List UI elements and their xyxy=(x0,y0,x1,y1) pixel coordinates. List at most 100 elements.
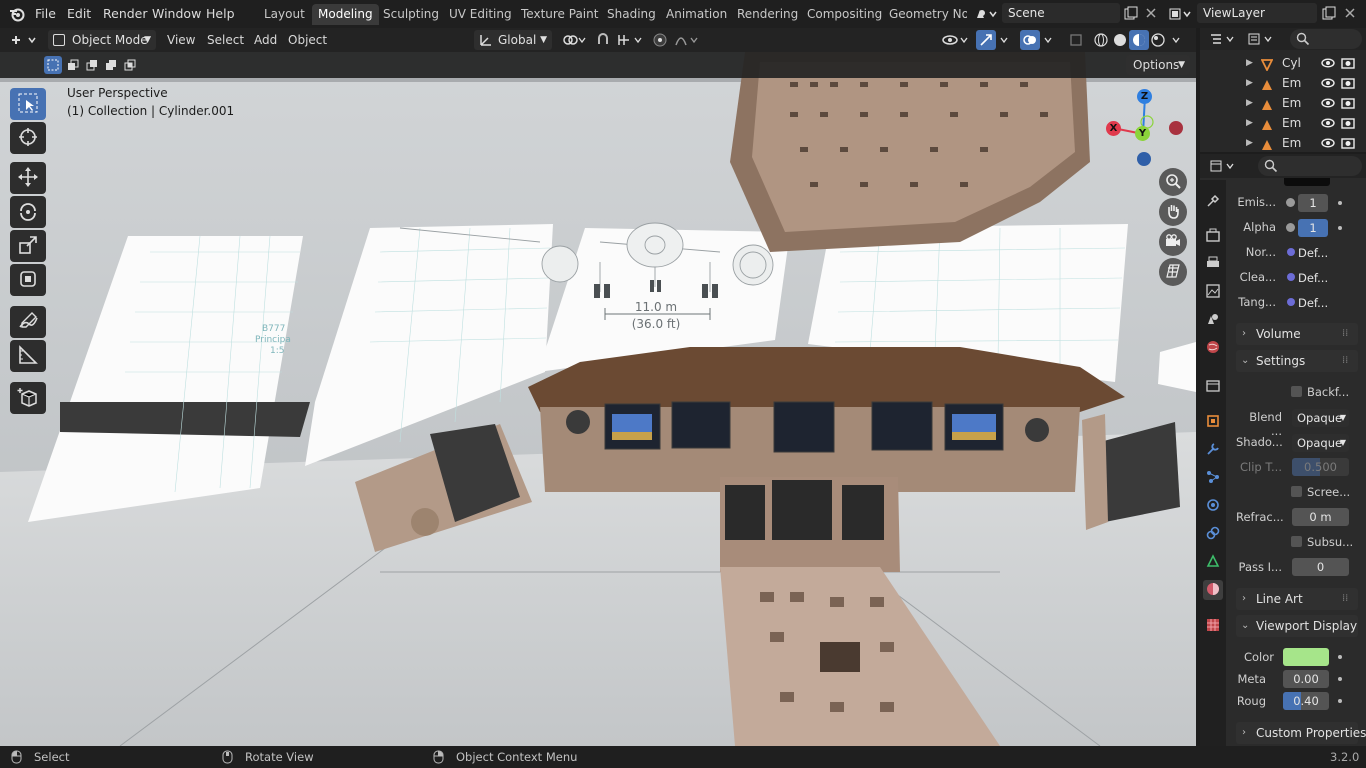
tab-texture[interactable] xyxy=(1203,616,1223,636)
select-extend-icon[interactable] xyxy=(64,56,82,74)
tool-select-box[interactable] xyxy=(10,88,46,120)
socket-icon[interactable] xyxy=(1286,198,1295,207)
proportional-falloff-icon[interactable] xyxy=(673,30,701,50)
menu-render[interactable]: Render xyxy=(103,5,148,23)
new-viewlayer-icon[interactable] xyxy=(1319,3,1339,23)
alpha-field[interactable]: 1 xyxy=(1298,219,1328,237)
viewport-display-panel-header[interactable]: ⌄ Viewport Display xyxy=(1236,615,1358,637)
tool-add-cube[interactable] xyxy=(10,382,46,414)
outliner-row[interactable]: ▶ Em xyxy=(1200,113,1366,133)
outliner-row[interactable]: ▶ Cyl xyxy=(1200,53,1366,73)
emission-color-swatch[interactable] xyxy=(1284,178,1330,186)
blender-logo-icon[interactable] xyxy=(8,5,26,23)
blend-mode-dropdown[interactable]: Opaque ▼ xyxy=(1292,409,1349,427)
tab-particles[interactable] xyxy=(1203,468,1223,488)
delete-scene-icon[interactable] xyxy=(1141,3,1161,23)
zoom-view-button[interactable] xyxy=(1159,168,1187,196)
menu-help[interactable]: Help xyxy=(206,5,235,23)
tool-measure[interactable] xyxy=(10,340,46,372)
properties-editor-type-icon[interactable] xyxy=(1208,156,1238,176)
delete-viewlayer-icon[interactable] xyxy=(1340,3,1360,23)
camera-view-button[interactable] xyxy=(1159,228,1187,256)
properties-search-field[interactable] xyxy=(1258,156,1362,176)
gizmo-x-axis[interactable]: X xyxy=(1106,121,1121,136)
tab-render[interactable] xyxy=(1203,226,1223,246)
tab-uv-editing[interactable]: UV Editing xyxy=(443,4,518,25)
visibility-icon[interactable] xyxy=(940,30,972,50)
menu-window[interactable]: Window xyxy=(152,5,201,23)
gizmo-y-axis[interactable]: Y xyxy=(1135,126,1150,141)
tab-layout[interactable]: Layout xyxy=(258,4,311,25)
tool-scale[interactable] xyxy=(10,230,46,262)
eye-icon[interactable] xyxy=(1321,136,1335,152)
socket-icon[interactable] xyxy=(1286,223,1295,232)
material-preview-shading-icon[interactable] xyxy=(1129,30,1149,50)
subsurface-translucency-checkbox[interactable] xyxy=(1291,536,1302,547)
pan-view-button[interactable] xyxy=(1159,198,1187,226)
tab-view-layer[interactable] xyxy=(1203,282,1223,302)
overlays-options-chevron-icon[interactable] xyxy=(1040,30,1056,50)
tool-annotate[interactable] xyxy=(10,306,46,338)
outliner-editor-type-icon[interactable] xyxy=(1208,29,1238,49)
view-menu[interactable]: View xyxy=(162,30,200,50)
object-menu[interactable]: Object xyxy=(283,30,332,50)
expand-arrow-icon[interactable]: ▶ xyxy=(1246,133,1253,152)
gizmo-z-axis[interactable]: Z xyxy=(1137,89,1152,104)
shadow-mode-dropdown[interactable]: Opaque ▼ xyxy=(1292,434,1349,452)
tab-compositing[interactable]: Compositing xyxy=(801,4,888,25)
editor-type-icon[interactable] xyxy=(8,30,40,50)
object-mode-dropdown[interactable]: Object Mode ▼ xyxy=(48,30,156,50)
select-intersect-icon[interactable] xyxy=(121,56,139,74)
select-invert-icon[interactable] xyxy=(102,56,120,74)
refraction-depth-field[interactable]: 0 m xyxy=(1292,508,1349,526)
tangent-value[interactable]: Def... xyxy=(1298,294,1330,312)
pass-index-field[interactable]: 0 xyxy=(1292,558,1349,576)
outliner-row[interactable]: ▶ Em xyxy=(1200,93,1366,113)
solid-shading-icon[interactable] xyxy=(1110,30,1130,50)
display-mode-icon[interactable] xyxy=(1246,29,1276,49)
tab-modifiers[interactable] xyxy=(1203,440,1223,460)
tab-constraints[interactable] xyxy=(1203,524,1223,544)
normal-value[interactable]: Def... xyxy=(1298,244,1330,262)
select-new-icon[interactable] xyxy=(44,56,62,74)
options-dropdown[interactable]: Options ▼ xyxy=(1126,55,1190,75)
tab-texture-paint[interactable]: Texture Paint xyxy=(515,4,604,25)
3d-viewport[interactable]: 11.0 m (36.0 ft) B777 Principa 1:5 Optio… xyxy=(0,52,1196,746)
tab-shading[interactable]: Shading xyxy=(601,4,662,25)
vector-socket-icon[interactable] xyxy=(1287,273,1295,281)
menu-file[interactable]: File xyxy=(35,5,56,23)
outliner-row[interactable]: ▶ Em xyxy=(1200,133,1366,152)
settings-panel-header[interactable]: ⌄ Settings ⁞⁞ xyxy=(1236,350,1358,372)
roughness-field[interactable]: 0.40 xyxy=(1283,692,1329,710)
viewlayer-selector-icon[interactable] xyxy=(1166,4,1194,24)
vector-socket-icon[interactable] xyxy=(1287,248,1295,256)
screen-space-refraction-checkbox[interactable] xyxy=(1291,486,1302,497)
tool-cursor[interactable] xyxy=(10,122,46,154)
tab-output[interactable] xyxy=(1203,254,1223,274)
tool-move[interactable] xyxy=(10,162,46,194)
tab-modeling[interactable]: Modeling xyxy=(312,4,379,25)
shading-options-chevron-icon[interactable] xyxy=(1168,30,1184,50)
wireframe-shading-icon[interactable] xyxy=(1091,30,1111,50)
tool-transform[interactable] xyxy=(10,264,46,296)
tab-animation[interactable]: Animation xyxy=(660,4,733,25)
orthographic-toggle-button[interactable] xyxy=(1159,258,1187,286)
clearcoat-normal-value[interactable]: Def... xyxy=(1298,269,1330,287)
add-menu[interactable]: Add xyxy=(249,30,282,50)
keyframe-dot-icon[interactable] xyxy=(1338,655,1342,659)
expand-arrow-icon[interactable]: ▶ xyxy=(1246,73,1253,93)
render-camera-icon[interactable] xyxy=(1341,136,1355,152)
gizmo-toggle-icon[interactable] xyxy=(976,30,996,50)
keyframe-dot-icon[interactable] xyxy=(1338,699,1342,703)
drag-handle-icon[interactable]: ⁞⁞ xyxy=(1342,588,1348,610)
vector-socket-icon[interactable] xyxy=(1287,298,1295,306)
volume-panel-header[interactable]: › Volume ⁞⁞ xyxy=(1236,323,1358,345)
tab-rendering[interactable]: Rendering xyxy=(731,4,804,25)
xray-toggle-icon[interactable] xyxy=(1066,30,1086,50)
menu-edit[interactable]: Edit xyxy=(67,5,91,23)
pivot-point-icon[interactable] xyxy=(560,30,588,50)
viewlayer-name-field[interactable]: ViewLayer xyxy=(1197,3,1317,23)
select-subtract-icon[interactable] xyxy=(83,56,101,74)
rendered-shading-icon[interactable] xyxy=(1148,30,1168,50)
metallic-field[interactable]: 0.00 xyxy=(1283,670,1329,688)
